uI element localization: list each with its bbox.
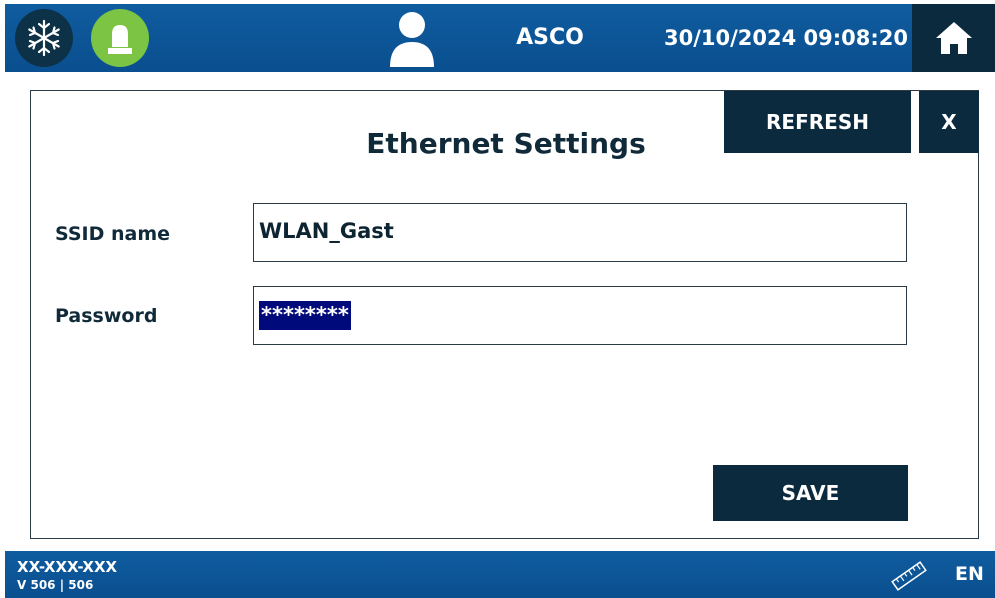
top-bar: ASCO 30/10/2024 09:08:20	[5, 4, 995, 72]
company-name: ASCO	[516, 25, 584, 50]
home-icon	[935, 22, 972, 54]
ssid-input[interactable]: WLAN_Gast	[253, 203, 907, 262]
password-label: Password	[55, 305, 158, 327]
user-icon[interactable]	[388, 11, 436, 67]
version-label: V 506 | 506	[17, 578, 94, 592]
bottom-bar: XX-XXX-XXX V 506 | 506 EN	[5, 551, 995, 598]
datetime-display: 30/10/2024 09:08:20	[663, 26, 908, 50]
snowflake-icon[interactable]	[15, 9, 73, 67]
password-input[interactable]: ********	[253, 286, 907, 345]
language-selector[interactable]: EN	[955, 551, 991, 598]
ethernet-settings-dialog: Ethernet Settings REFRESH X SSID name WL…	[30, 90, 979, 539]
ssid-value: WLAN_Gast	[259, 219, 394, 243]
home-button[interactable]	[912, 4, 995, 72]
save-button[interactable]: SAVE	[713, 465, 908, 521]
ruler-icon[interactable]	[890, 561, 928, 591]
close-button[interactable]: X	[919, 91, 979, 153]
beacon-icon[interactable]	[91, 9, 149, 67]
ssid-label: SSID name	[55, 223, 171, 245]
device-id: XX-XXX-XXX	[17, 558, 118, 576]
refresh-button[interactable]: REFRESH	[724, 91, 911, 153]
password-value: ********	[259, 301, 351, 330]
